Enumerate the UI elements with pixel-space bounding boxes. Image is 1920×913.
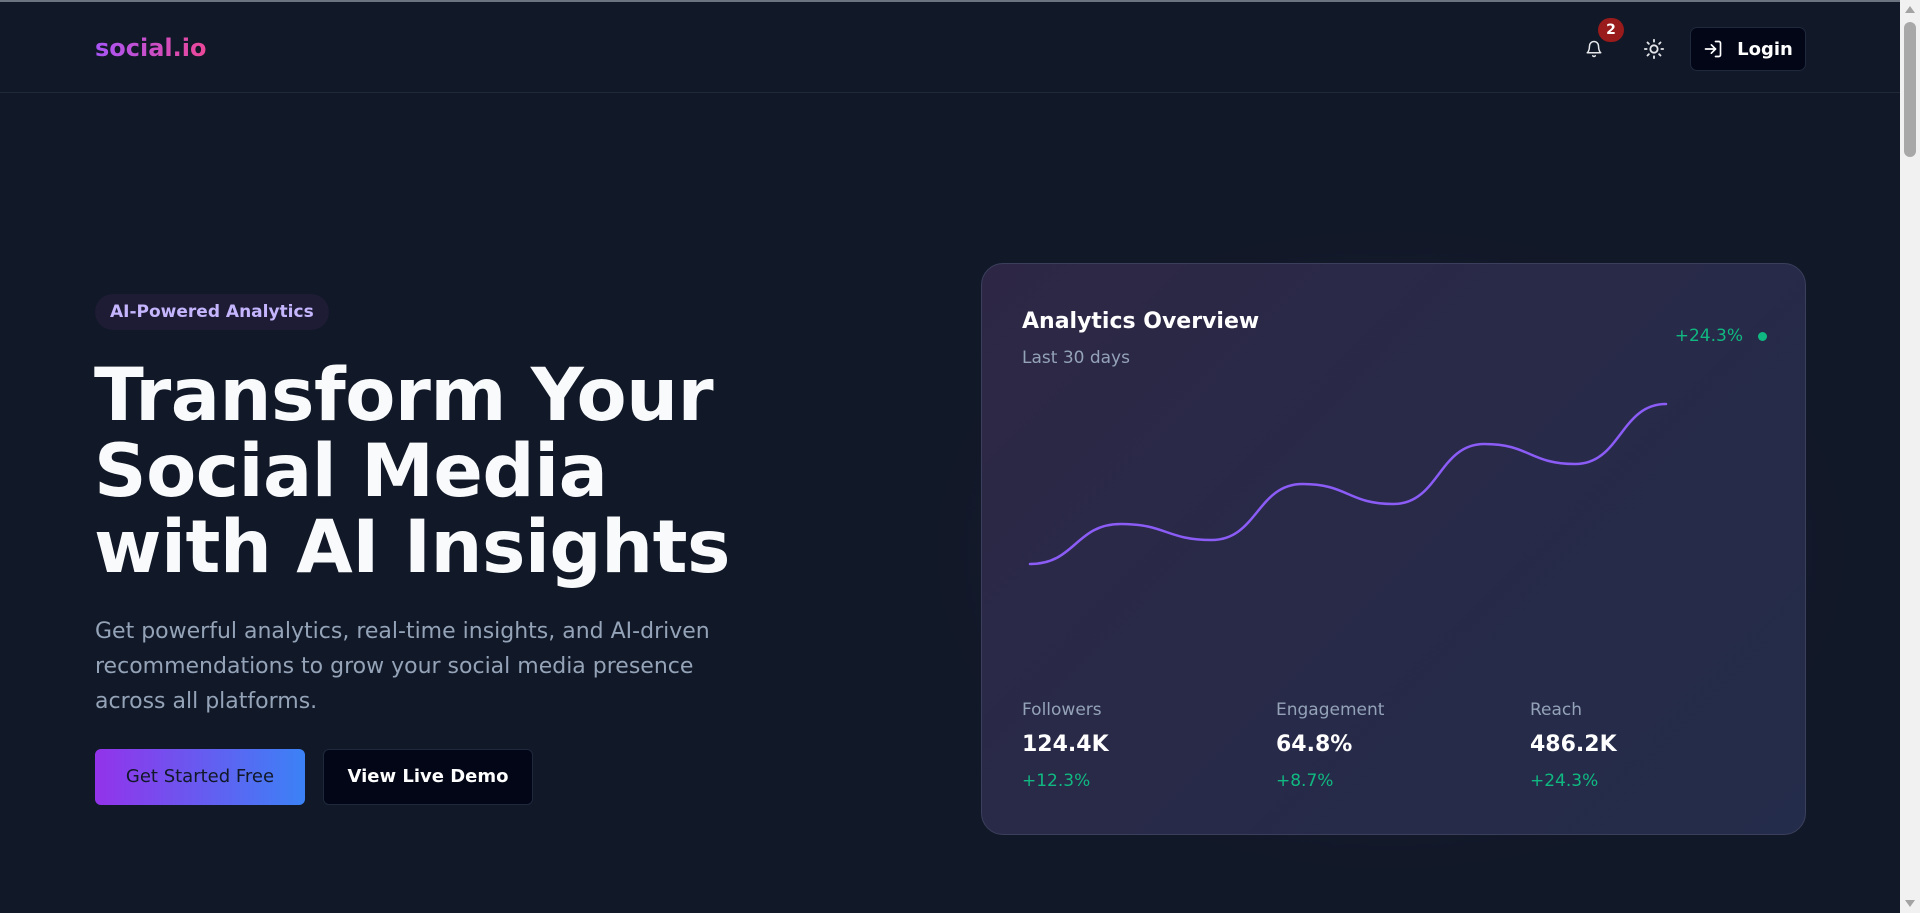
sun-icon bbox=[1643, 38, 1665, 60]
hero-title-line-1: Transform Your Social Media bbox=[94, 353, 714, 514]
stat-change: +12.3% bbox=[1022, 771, 1091, 791]
stat-label: Engagement bbox=[1276, 700, 1385, 720]
login-button[interactable]: Login bbox=[1690, 27, 1806, 71]
stat-value: 486.2K bbox=[1530, 732, 1617, 757]
stat-label: Reach bbox=[1530, 700, 1583, 720]
hero-subtitle: Get powerful analytics, real-time insigh… bbox=[95, 619, 710, 714]
stat-change: +24.3% bbox=[1530, 771, 1599, 791]
analytics-line-chart bbox=[1028, 402, 1668, 566]
chart-series-line bbox=[1028, 402, 1668, 566]
get-started-button[interactable]: Get Started Free bbox=[95, 749, 305, 805]
scrollbar-thumb[interactable] bbox=[1904, 22, 1916, 157]
view-demo-button[interactable]: View Live Demo bbox=[323, 749, 533, 805]
notification-count-badge: 2 bbox=[1598, 18, 1624, 42]
stat-reach: Reach 486.2K +24.3% bbox=[1530, 700, 1750, 791]
page-scrollbar[interactable] bbox=[1900, 0, 1920, 913]
stat-label: Followers bbox=[1022, 700, 1102, 720]
stat-change: +8.7% bbox=[1276, 771, 1334, 791]
analytics-overview-card: Analytics Overview Last 30 days +24.3% F… bbox=[981, 263, 1806, 835]
login-label: Login bbox=[1737, 38, 1793, 60]
top-navbar: social.io 2 Login bbox=[0, 2, 1900, 93]
stat-value: 124.4K bbox=[1022, 732, 1109, 757]
stat-value: 64.8% bbox=[1276, 732, 1353, 757]
scroll-down-arrow-icon[interactable] bbox=[1905, 900, 1915, 907]
hero-title-line-2: with AI Insights bbox=[94, 505, 731, 590]
scroll-up-arrow-icon[interactable] bbox=[1905, 6, 1915, 13]
bell-icon bbox=[1586, 40, 1602, 58]
logo[interactable]: social.io bbox=[95, 34, 206, 62]
hero-title: Transform Your Social Media with AI Insi… bbox=[94, 358, 894, 586]
log-in-icon bbox=[1704, 40, 1722, 58]
stat-followers: Followers 124.4K +12.3% bbox=[1022, 700, 1242, 791]
theme-toggle-button[interactable] bbox=[1637, 32, 1671, 66]
ai-analytics-badge: AI-Powered Analytics bbox=[95, 294, 329, 330]
stat-engagement: Engagement 64.8% +8.7% bbox=[1276, 700, 1496, 791]
